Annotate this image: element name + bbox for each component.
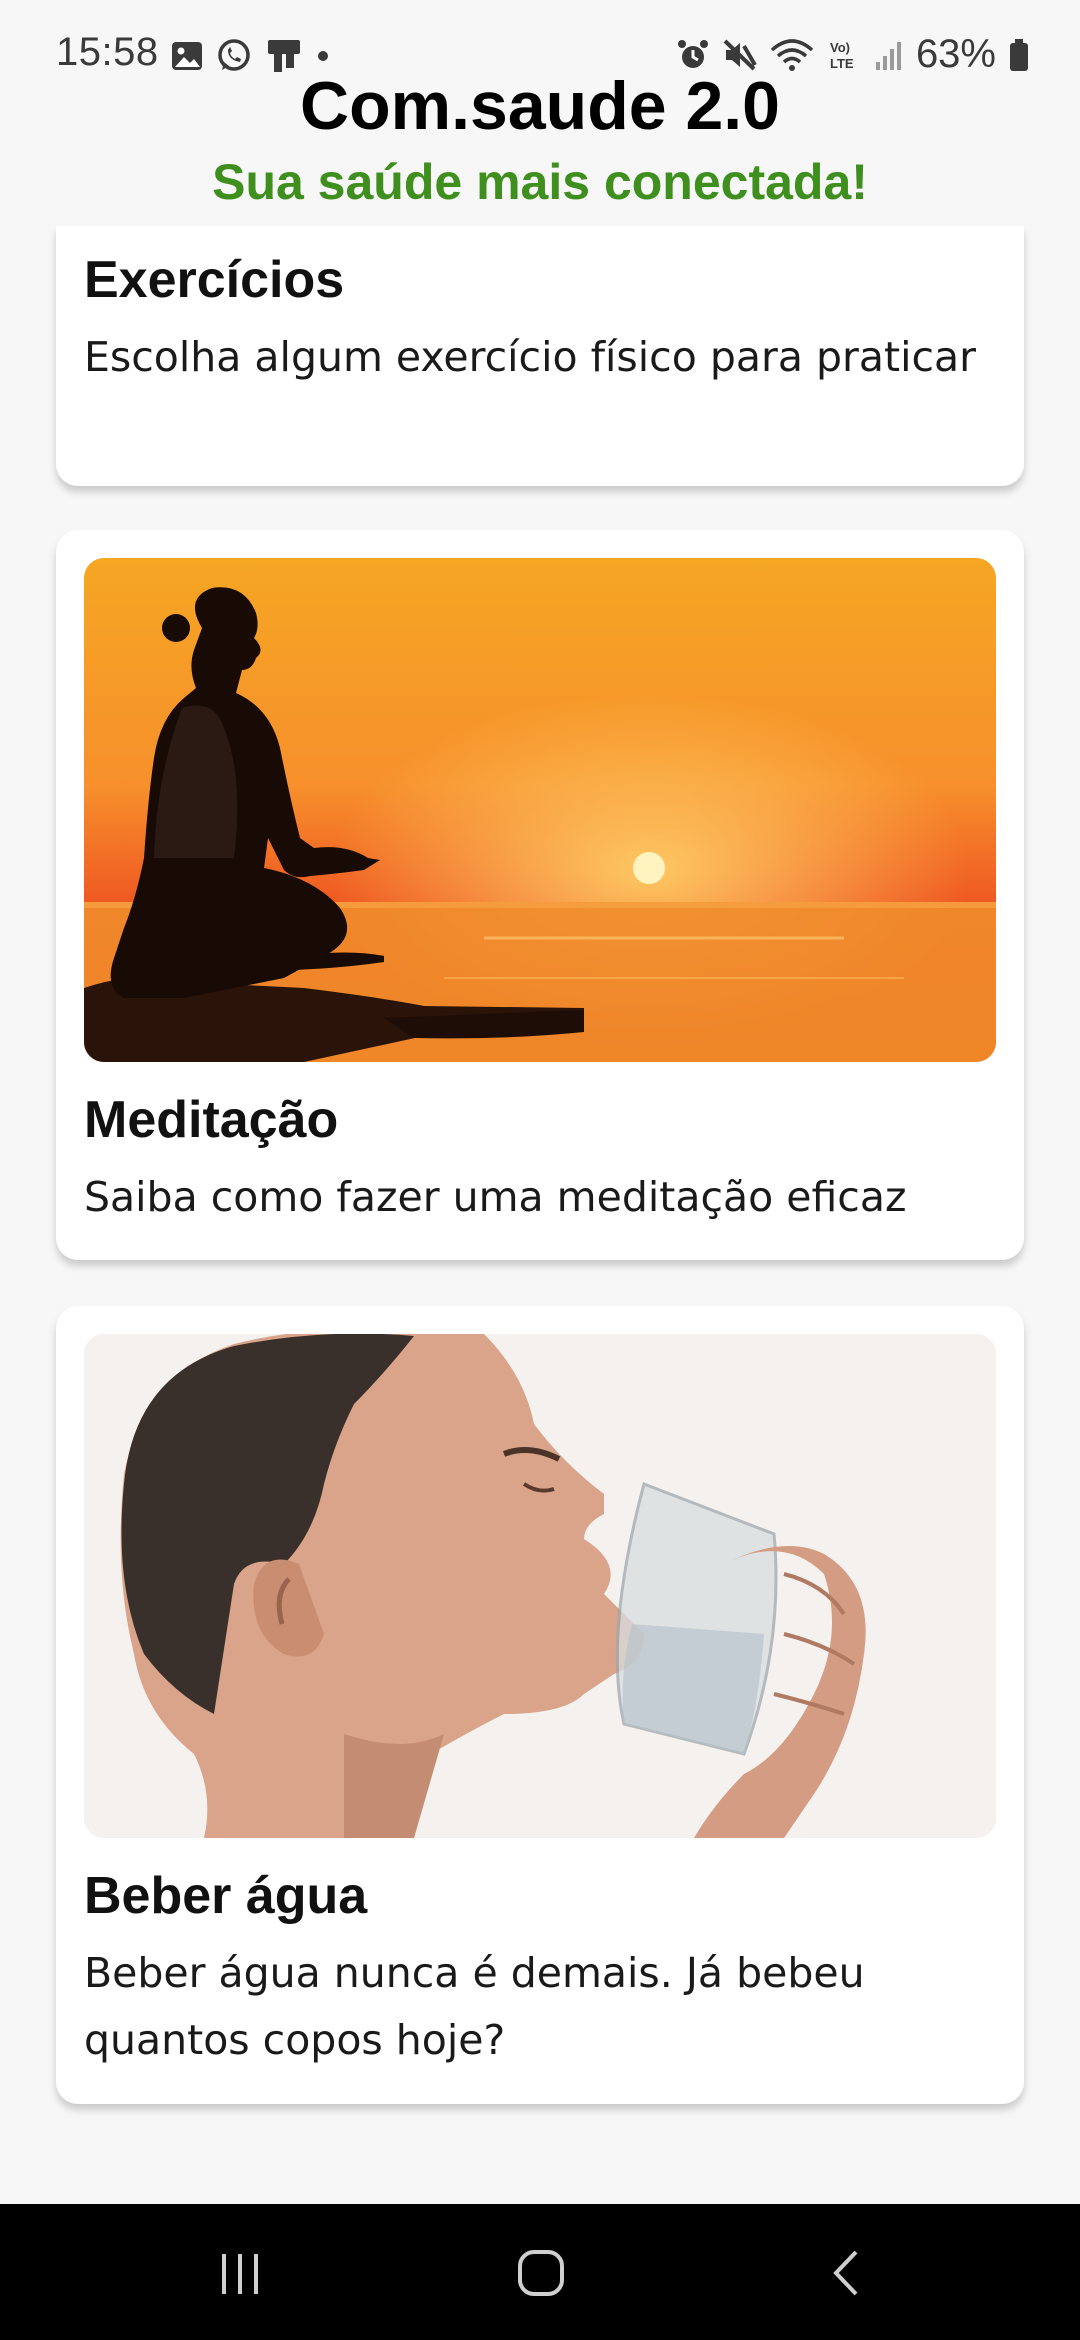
home-icon: [518, 2250, 564, 2296]
card-description: Beber água nunca é demais. Já bebeu quan…: [84, 1949, 865, 2064]
card-title: Exercícios: [84, 251, 345, 309]
recents-button[interactable]: [200, 2242, 280, 2302]
card-beber-agua[interactable]: Beber água Beber água nunca é demais. Já…: [56, 1306, 1024, 2104]
card-meditacao[interactable]: Meditação Saiba como fazer uma meditação…: [56, 530, 1024, 1260]
app-header: Com.saude 2.0 Sua saúde mais conectada!: [0, 62, 1080, 214]
card-exercicios[interactable]: Exercícios Escolha algum exercício físic…: [56, 226, 1024, 486]
back-button[interactable]: [806, 2242, 886, 2302]
home-button[interactable]: [500, 2242, 580, 2302]
card-description: Saiba como fazer uma meditação eficaz: [84, 1173, 907, 1221]
app-subtitle: Sua saúde mais conectada!: [212, 154, 868, 210]
card-description: Escolha algum exercício físico para prat…: [84, 333, 976, 381]
navigation-bar: [0, 2204, 1080, 2340]
app-title: Com.saude 2.0: [300, 68, 780, 144]
card-title: Meditação: [84, 1091, 339, 1149]
back-icon: [833, 2250, 858, 2296]
dot-icon: [318, 51, 328, 61]
meditation-sunset-image: [84, 558, 996, 1062]
recents-icon: [222, 2254, 258, 2294]
drinking-water-image: [84, 1334, 996, 1838]
svg-text:Vo): Vo): [830, 40, 850, 55]
card-title: Beber água: [84, 1867, 368, 1925]
